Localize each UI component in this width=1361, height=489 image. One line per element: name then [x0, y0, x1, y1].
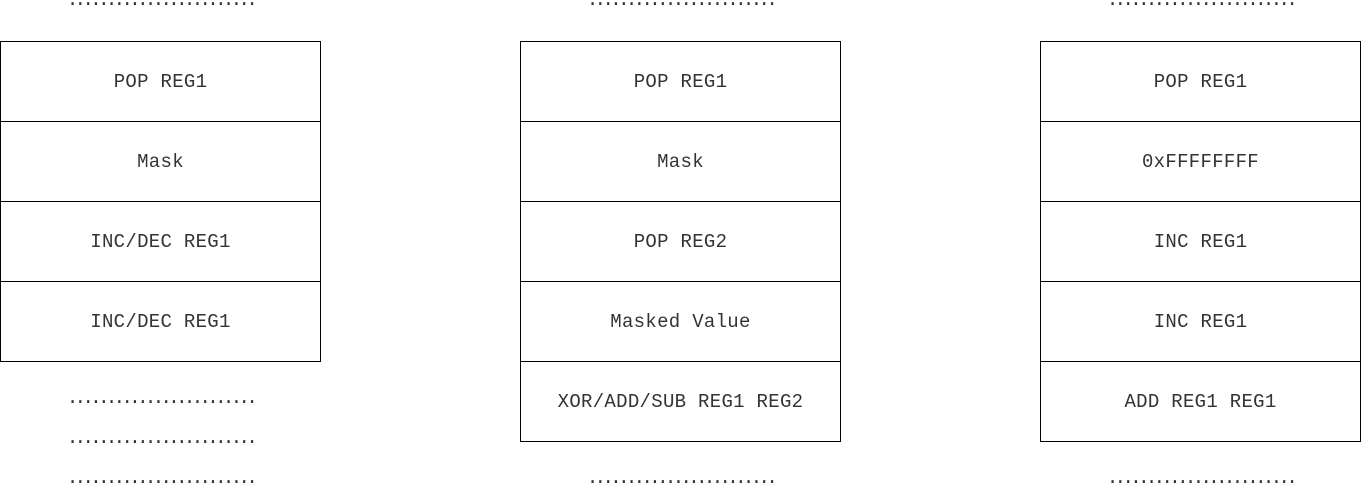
stack-cell: POP REG1 — [0, 41, 321, 122]
cell-label: POP REG1 — [633, 70, 728, 93]
continuation-dots-bottom-middle: ........................ — [586, 467, 778, 489]
stack-cell: INC REG1 — [1040, 281, 1361, 362]
continuation-dots-left-2: ........................ — [66, 427, 258, 449]
stack-middle: POP REG1 Mask POP REG2 Masked Value XOR/… — [520, 41, 841, 442]
cell-label: POP REG1 — [113, 70, 208, 93]
stack-cell: Masked Value — [520, 281, 841, 362]
cell-label: Mask — [657, 150, 704, 173]
cell-label: ADD REG1 REG1 — [1124, 390, 1277, 413]
cell-label: POP REG1 — [1153, 70, 1248, 93]
continuation-dots-left-1: ........................ — [66, 387, 258, 409]
stack-cell: INC/DEC REG1 — [0, 201, 321, 282]
cell-label: INC/DEC REG1 — [90, 230, 231, 253]
stack-cell: XOR/ADD/SUB REG1 REG2 — [520, 361, 841, 442]
stack-cell: 0xFFFFFFFF — [1040, 121, 1361, 202]
stack-cell: ADD REG1 REG1 — [1040, 361, 1361, 442]
continuation-dots-top-right: ........................ — [1106, 0, 1298, 11]
continuation-dots-top-middle: ........................ — [586, 0, 778, 11]
cell-label: INC REG1 — [1153, 310, 1248, 333]
cell-label: 0xFFFFFFFF — [1141, 150, 1260, 173]
stack-cell: Mask — [520, 121, 841, 202]
stack-cell: POP REG1 — [1040, 41, 1361, 122]
continuation-dots-top-left: ........................ — [66, 0, 258, 11]
stack-right: POP REG1 0xFFFFFFFF INC REG1 INC REG1 AD… — [1040, 41, 1361, 442]
stack-cell: Mask — [0, 121, 321, 202]
stack-cell: POP REG2 — [520, 201, 841, 282]
stack-cell: INC/DEC REG1 — [0, 281, 321, 362]
continuation-dots-bottom-right: ........................ — [1106, 467, 1298, 489]
stack-left: POP REG1 Mask INC/DEC REG1 INC/DEC REG1 — [0, 41, 321, 362]
continuation-dots-left-3: ........................ — [66, 467, 258, 489]
cell-label: XOR/ADD/SUB REG1 REG2 — [557, 390, 804, 413]
cell-label: Masked Value — [610, 310, 751, 333]
cell-label: INC/DEC REG1 — [90, 310, 231, 333]
cell-label: Mask — [137, 150, 184, 173]
stack-cell: POP REG1 — [520, 41, 841, 122]
cell-label: POP REG2 — [633, 230, 728, 253]
stack-cell: INC REG1 — [1040, 201, 1361, 282]
cell-label: INC REG1 — [1153, 230, 1248, 253]
